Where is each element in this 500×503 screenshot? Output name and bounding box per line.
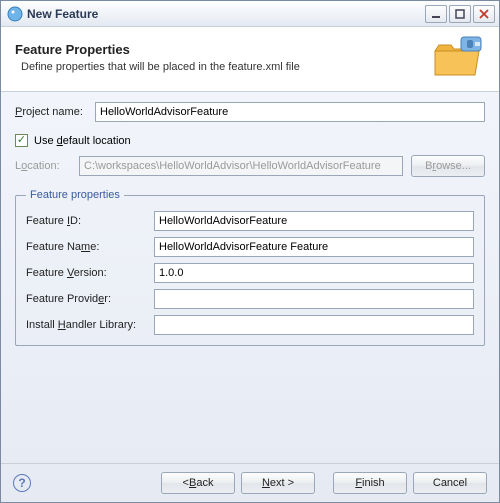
feature-folder-icon	[431, 35, 485, 79]
window-title: New Feature	[27, 7, 423, 21]
feature-name-label: Feature Name:	[26, 241, 154, 253]
project-name-row: Project name:	[15, 102, 485, 122]
project-name-input[interactable]	[95, 102, 485, 122]
browse-button: Browse...	[411, 155, 485, 177]
use-default-row: ✓ Use default location	[15, 134, 485, 147]
close-button[interactable]	[473, 5, 495, 23]
app-icon	[7, 6, 23, 22]
feature-name-input[interactable]	[154, 237, 474, 257]
install-handler-label: Install Handler Library:	[26, 319, 154, 331]
back-button[interactable]: < Back	[161, 472, 235, 494]
footer: ? < Back Next > Finish Cancel	[1, 463, 499, 502]
project-name-label: Project name:	[15, 106, 95, 118]
feature-properties-group: Feature properties Feature ID: Feature N…	[15, 189, 485, 346]
content-area: Project name: ✓ Use default location Loc…	[1, 92, 499, 463]
finish-button[interactable]: Finish	[333, 472, 407, 494]
use-default-label: Use default location	[34, 135, 131, 147]
use-default-checkbox[interactable]: ✓	[15, 134, 28, 147]
titlebar: New Feature	[1, 1, 499, 27]
group-legend: Feature properties	[26, 189, 124, 201]
feature-version-input[interactable]	[154, 263, 474, 283]
help-icon[interactable]: ?	[13, 474, 31, 492]
feature-id-label: Feature ID:	[26, 215, 154, 227]
feature-version-label: Feature Version:	[26, 267, 154, 279]
cancel-button[interactable]: Cancel	[413, 472, 487, 494]
feature-provider-label: Feature Provider:	[26, 293, 154, 305]
feature-id-input[interactable]	[154, 211, 474, 231]
location-input	[79, 156, 403, 176]
location-label: Location:	[15, 160, 71, 172]
banner: Feature Properties Define properties tha…	[1, 27, 499, 92]
banner-title: Feature Properties	[15, 42, 431, 57]
feature-provider-input[interactable]	[154, 289, 474, 309]
install-handler-input[interactable]	[154, 315, 474, 335]
next-button[interactable]: Next >	[241, 472, 315, 494]
location-row: Location: Browse...	[15, 155, 485, 177]
banner-description: Define properties that will be placed in…	[15, 61, 431, 73]
maximize-button[interactable]	[449, 5, 471, 23]
minimize-button[interactable]	[425, 5, 447, 23]
dialog-window: New Feature Feature Properties Define pr…	[0, 0, 500, 503]
